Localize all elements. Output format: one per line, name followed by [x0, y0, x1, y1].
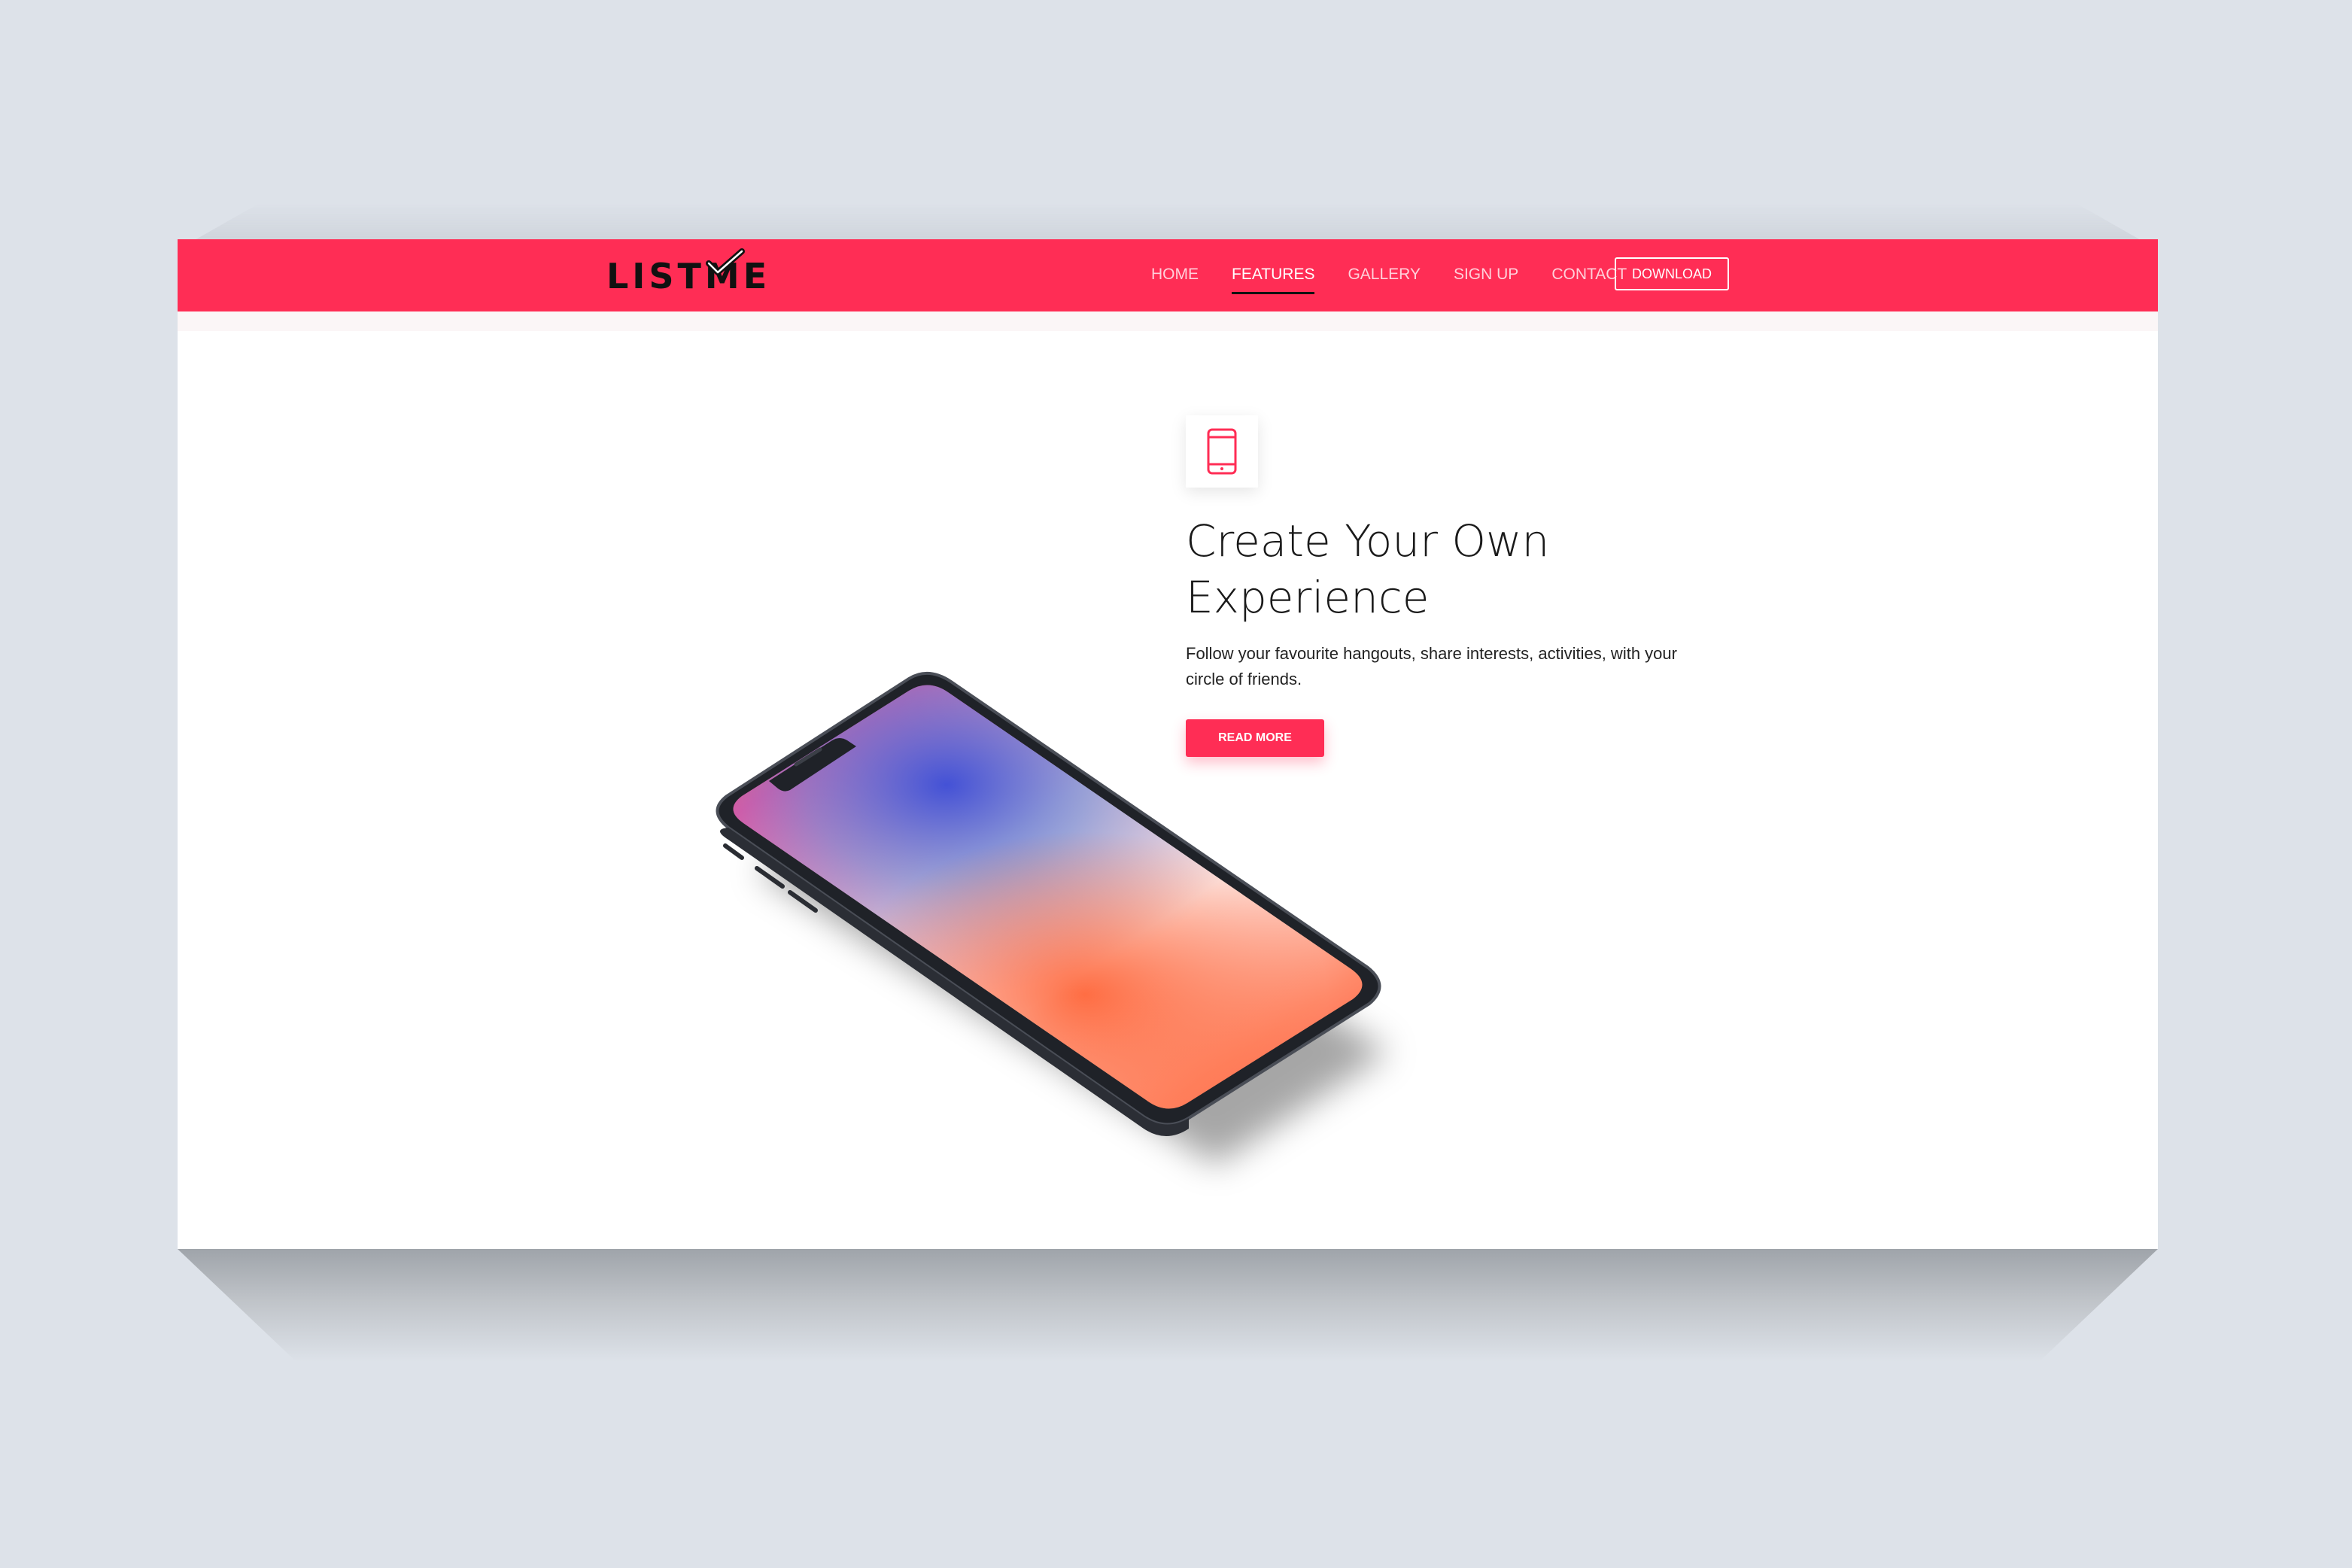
feature-description-line1: Follow your favourite hangouts, share in… [1186, 644, 1677, 663]
feature-title-line2: Experience [1186, 572, 1430, 623]
checkmark-icon [706, 248, 745, 275]
download-button[interactable]: DOWNLOAD [1615, 257, 1729, 290]
nav-item-home[interactable]: HOME [1151, 266, 1199, 285]
feature-title: Create Your Own Experience [1186, 513, 1712, 626]
navbar-underlay [178, 311, 2158, 331]
nav-item-sign-up[interactable]: SIGN UP [1454, 266, 1518, 285]
feature-title-line1: Create Your Own [1186, 515, 1550, 567]
nav-item-gallery[interactable]: GALLERY [1348, 266, 1421, 285]
brand-logo[interactable]: LISTME [606, 248, 770, 302]
tablet-icon [1207, 428, 1237, 475]
mockup-bottom-slab [178, 1249, 2158, 1362]
feature-description-line2: circle of friends. [1186, 670, 1302, 688]
feature-icon-container [1186, 415, 1258, 488]
smartphone-illustration [716, 672, 1389, 1165]
navbar: LISTME HOME FEATURES GALLERY SIGN UP CON… [178, 239, 2158, 311]
website-page: LISTME HOME FEATURES GALLERY SIGN UP CON… [178, 239, 2158, 1249]
read-more-button[interactable]: READ MORE [1186, 719, 1324, 757]
nav-item-features[interactable]: FEATURES [1232, 266, 1315, 294]
nav-menu: HOME FEATURES GALLERY SIGN UP CONTACT [1151, 239, 1660, 311]
feature-description: Follow your favourite hangouts, share in… [1186, 641, 1728, 692]
